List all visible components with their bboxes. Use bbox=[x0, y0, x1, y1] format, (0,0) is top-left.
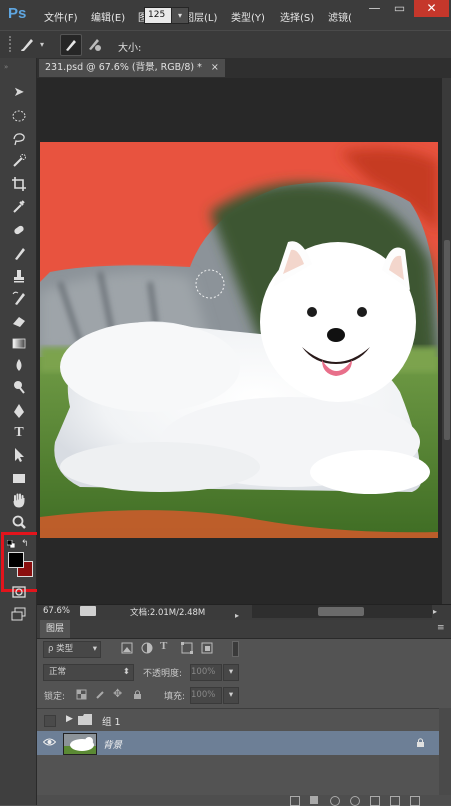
swap-colors-icon[interactable]: ↰ bbox=[21, 539, 31, 549]
default-colors-icon[interactable] bbox=[6, 539, 16, 549]
size-dropdown-icon[interactable]: ▾ bbox=[171, 7, 189, 24]
lock-all-icon[interactable] bbox=[132, 689, 143, 700]
folder-icon bbox=[78, 714, 92, 725]
adjustment-filter-icon[interactable] bbox=[140, 641, 154, 655]
status-info-icon[interactable] bbox=[80, 606, 96, 616]
group-visibility-toggle[interactable] bbox=[44, 715, 56, 727]
document-image[interactable] bbox=[40, 142, 438, 538]
document-title: 231.psd @ 67.6% (背景, RGB/8) * bbox=[45, 62, 202, 73]
type-icon[interactable]: T bbox=[10, 425, 28, 443]
pixel-filter-icon[interactable] bbox=[120, 641, 134, 655]
horizontal-scroll-thumb[interactable] bbox=[318, 607, 364, 616]
layer-filter-select[interactable]: ρ 类型 ▾ bbox=[43, 641, 101, 658]
layer-row-background[interactable] bbox=[37, 731, 439, 755]
zoom-icon[interactable] bbox=[10, 514, 28, 532]
close-tab-icon[interactable]: × bbox=[211, 62, 219, 73]
marquee-icon[interactable] bbox=[10, 108, 28, 126]
close-button[interactable]: ✕ bbox=[414, 0, 449, 17]
layer-row-group[interactable] bbox=[37, 710, 439, 730]
group-expand-icon[interactable]: ▶ bbox=[66, 714, 73, 724]
scroll-right-icon[interactable]: ▸ bbox=[433, 607, 437, 616]
opacity-dropdown-icon[interactable]: ▾ bbox=[223, 664, 239, 681]
panel-menu-icon[interactable]: ≡ bbox=[437, 623, 445, 633]
filter-toggle-switch[interactable] bbox=[232, 641, 239, 657]
path-select-icon[interactable] bbox=[10, 447, 28, 465]
quick-mask-icon[interactable] bbox=[10, 584, 28, 602]
eyedropper-icon[interactable] bbox=[10, 198, 28, 216]
hand-icon[interactable] bbox=[10, 492, 28, 510]
size-input[interactable]: 125 bbox=[144, 7, 172, 24]
menu-select[interactable]: 选择(S) bbox=[280, 9, 314, 24]
lasso-icon[interactable] bbox=[10, 131, 28, 149]
document-tab[interactable]: 231.psd @ 67.6% (背景, RGB/8) * × bbox=[39, 59, 225, 77]
tool-preset-brush-icon[interactable] bbox=[18, 34, 38, 54]
status-menu-arrow-icon[interactable]: ▸ bbox=[235, 611, 239, 620]
fill-label: 填充: bbox=[164, 692, 186, 702]
blend-mode-select[interactable]: 正常 ⬍ bbox=[43, 664, 134, 681]
filter-dropdown-icon: ▾ bbox=[92, 644, 97, 654]
blend-dropdown-icon: ⬍ bbox=[122, 667, 130, 677]
lock-label: 锁定: bbox=[44, 692, 66, 702]
blur-icon[interactable] bbox=[10, 357, 28, 375]
zoom-level[interactable]: 67.6% bbox=[43, 606, 70, 616]
layer-filter-label: ρ 类型 bbox=[48, 644, 74, 654]
crop-icon[interactable] bbox=[10, 176, 28, 194]
layers-tab-bar bbox=[37, 620, 451, 639]
fill-dropdown-icon[interactable]: ▾ bbox=[223, 687, 239, 704]
layer-thumbnail bbox=[63, 733, 97, 755]
opacity-label: 不透明度: bbox=[143, 669, 183, 679]
pen-icon[interactable] bbox=[10, 403, 28, 421]
history-brush-icon[interactable] bbox=[10, 290, 28, 308]
layers-tab[interactable]: 图层 bbox=[40, 620, 71, 638]
eye-icon[interactable] bbox=[42, 737, 57, 747]
layer-name-group: 组 1 bbox=[102, 717, 121, 728]
document-size: 文档:2.01M/2.48M bbox=[130, 608, 206, 618]
minimize-button[interactable]: — bbox=[363, 0, 386, 17]
healing-icon[interactable] bbox=[10, 222, 28, 240]
vertical-scroll-thumb[interactable] bbox=[444, 240, 450, 440]
menu-edit[interactable]: 编辑(E) bbox=[91, 9, 125, 24]
move-icon[interactable]: ➤ bbox=[10, 84, 28, 102]
tool-preset-dropdown-icon[interactable]: ▾ bbox=[40, 40, 44, 49]
opacity-input[interactable]: 100% bbox=[190, 664, 222, 681]
panel-collapse-icon[interactable]: » bbox=[4, 63, 32, 71]
layer-style-icon[interactable] bbox=[310, 796, 318, 804]
blend-mode-value: 正常 bbox=[49, 667, 67, 677]
lock-image-icon[interactable] bbox=[95, 689, 106, 700]
eraser-icon[interactable] bbox=[10, 313, 28, 331]
stamp-icon[interactable] bbox=[10, 268, 28, 286]
lock-transparent-icon[interactable] bbox=[76, 689, 87, 700]
menu-filter[interactable]: 滤镜( bbox=[328, 9, 352, 24]
new-selection-mode-icon[interactable] bbox=[60, 34, 82, 56]
smart-object-filter-icon[interactable] bbox=[200, 641, 214, 655]
layer-name-background: 背景 bbox=[103, 740, 123, 751]
photoshop-logo: Ps bbox=[8, 5, 27, 22]
gradient-icon[interactable] bbox=[10, 335, 28, 353]
layers-scrollbar[interactable] bbox=[439, 708, 451, 798]
menu-file[interactable]: 文件(F) bbox=[44, 9, 78, 24]
quick-select-icon[interactable] bbox=[10, 153, 28, 171]
lock-position-icon[interactable]: ✥ bbox=[113, 688, 125, 700]
menu-layer[interactable]: 图层(L) bbox=[184, 9, 217, 24]
add-to-selection-icon[interactable] bbox=[84, 34, 104, 54]
screen-mode-icon[interactable] bbox=[10, 606, 28, 624]
type-filter-icon[interactable]: T bbox=[160, 640, 174, 654]
grip-icon bbox=[9, 36, 13, 52]
shape-filter-icon[interactable] bbox=[180, 641, 194, 655]
foreground-color-swatch[interactable] bbox=[8, 552, 24, 568]
rectangle-icon[interactable] bbox=[10, 470, 28, 488]
layers-footer bbox=[37, 795, 451, 805]
brush-icon[interactable] bbox=[10, 245, 28, 263]
dodge-icon[interactable] bbox=[10, 379, 28, 397]
menu-type[interactable]: 类型(Y) bbox=[231, 9, 265, 24]
restore-button[interactable]: ▭ bbox=[388, 0, 411, 17]
layer-list-divider bbox=[37, 708, 439, 709]
size-label: 大小: bbox=[118, 43, 142, 54]
fill-input[interactable]: 100% bbox=[190, 687, 222, 704]
layer-lock-icon bbox=[416, 737, 425, 748]
